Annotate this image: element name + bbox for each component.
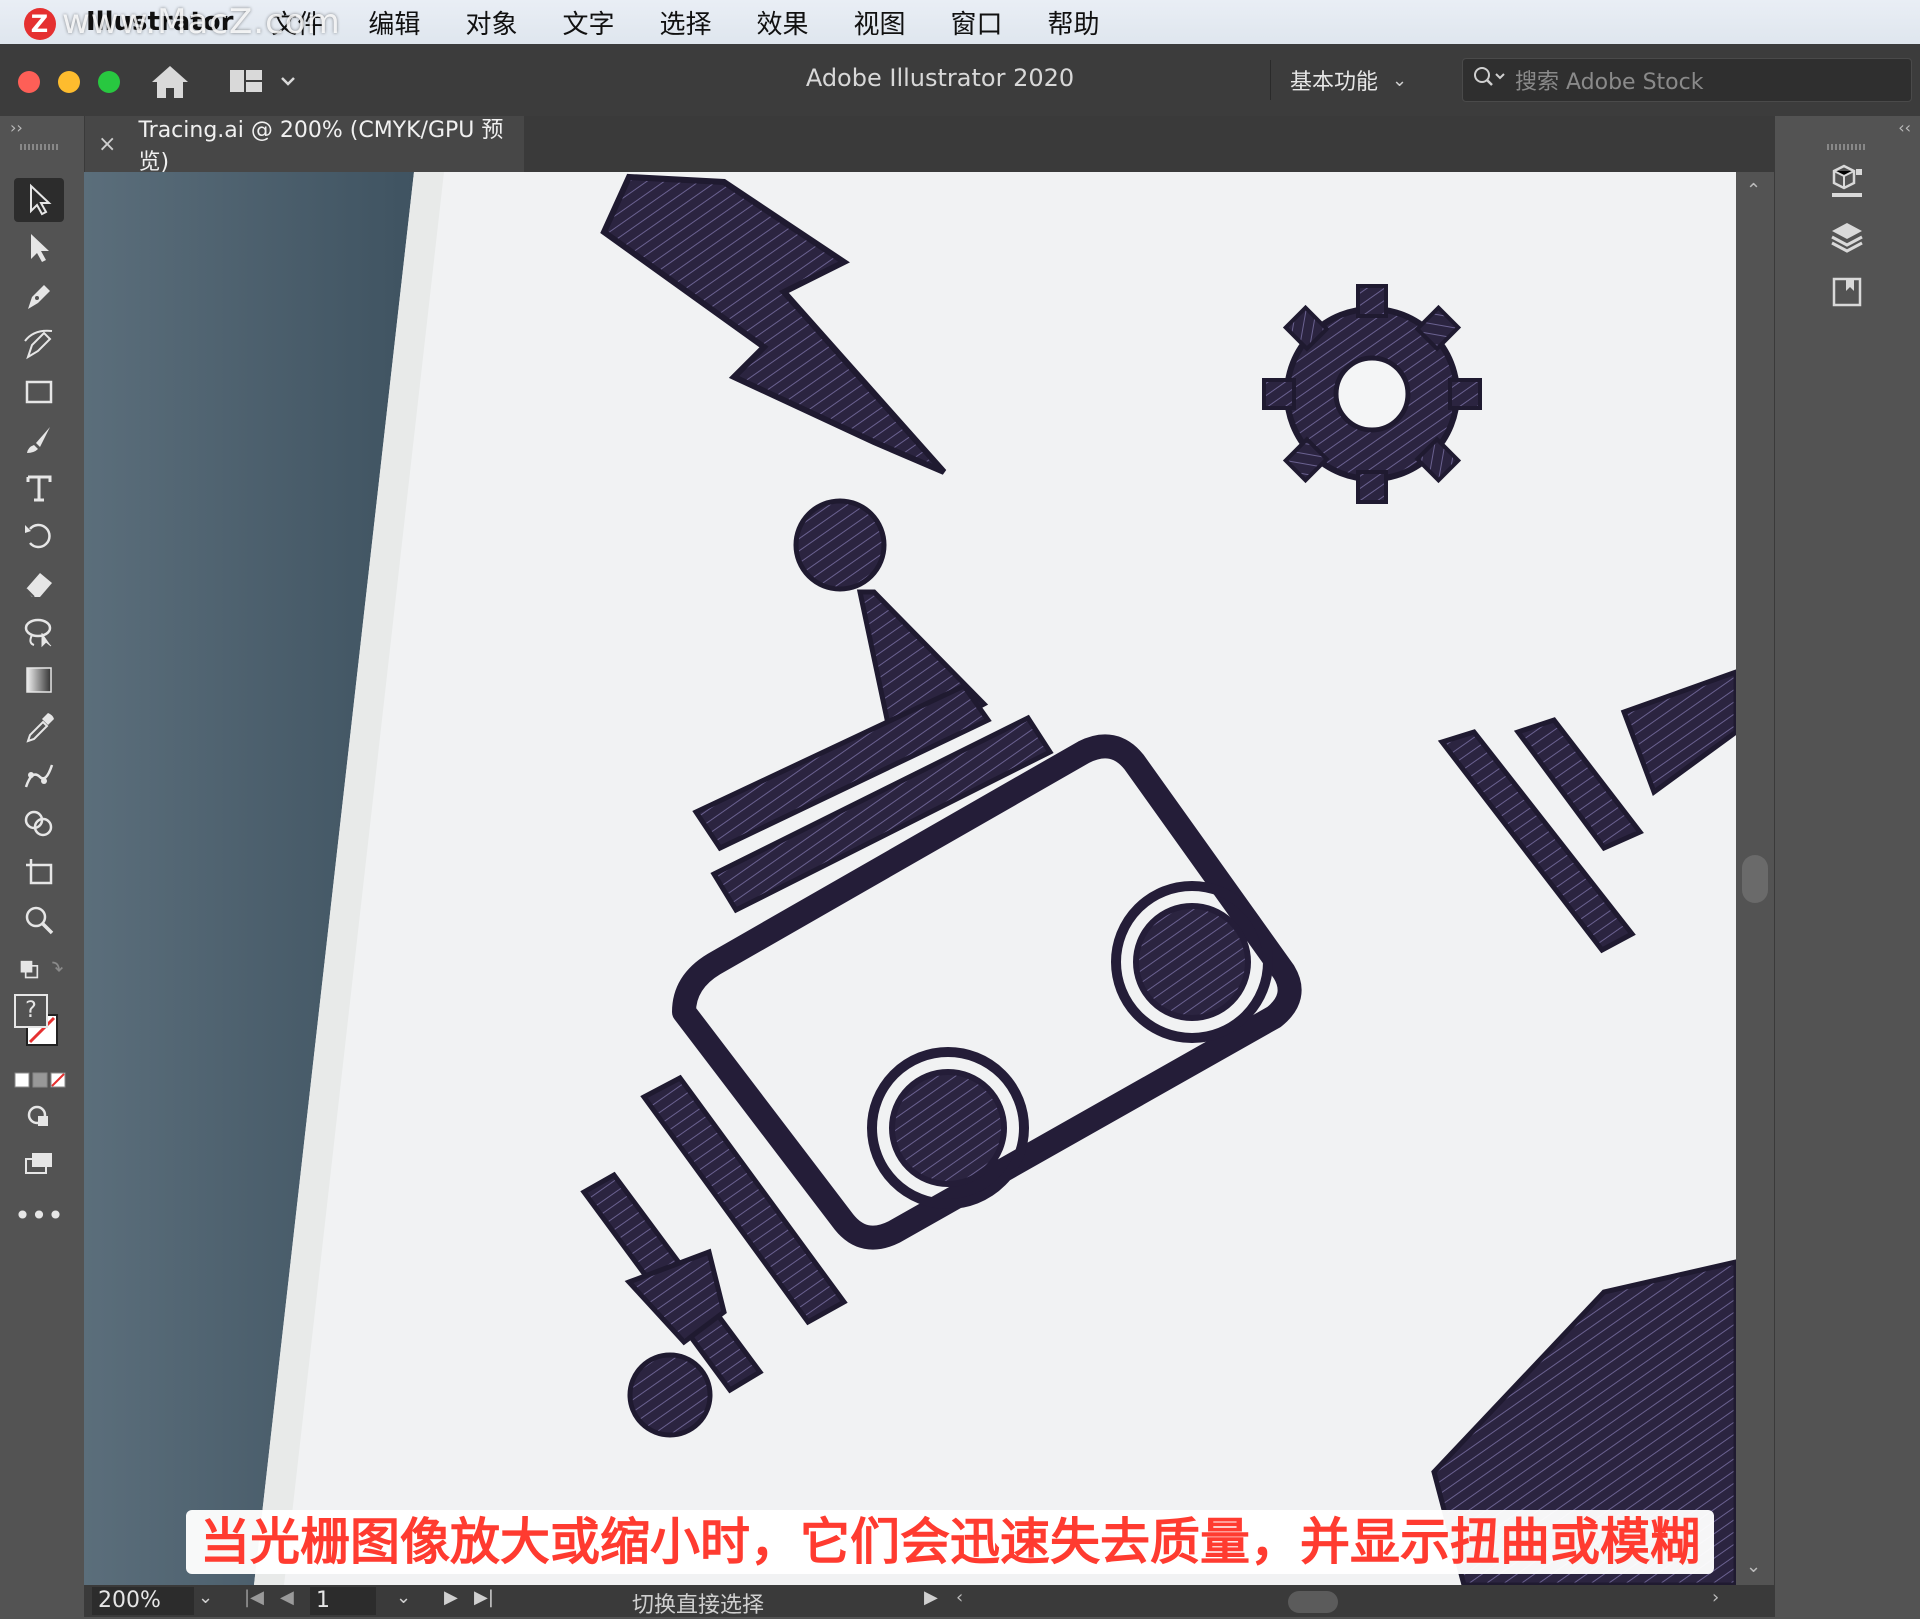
lasso-tool-icon[interactable] [14, 610, 64, 654]
menu-select[interactable]: 选择 [659, 4, 711, 41]
fill-stroke-swatches[interactable]: ? [14, 994, 74, 1064]
shape-builder-tool-icon[interactable] [14, 802, 64, 846]
watermark-badge: Z [24, 7, 56, 40]
adobe-stock-search-input[interactable]: 搜索 Adobe Stock [1462, 58, 1912, 102]
first-artboard-icon[interactable]: |◀ [244, 1587, 264, 1608]
type-tool-icon[interactable] [14, 466, 64, 510]
layers-icon[interactable] [1823, 214, 1871, 262]
window-zoom-button[interactable] [98, 71, 120, 93]
document-tab-bar: × Tracing.ai @ 200% (CMYK/GPU 预览) [84, 116, 1774, 175]
vertical-scroll-thumb[interactable] [1742, 855, 1768, 903]
artboard-dropdown-icon[interactable]: ⌄ [396, 1587, 411, 1608]
panel-grip[interactable] [1827, 144, 1865, 150]
artboard-number-field[interactable]: 1 [310, 1587, 376, 1615]
divider [1270, 60, 1271, 100]
scroll-down-icon[interactable]: ⌄ [1746, 1556, 1761, 1577]
gear-drawing [1262, 284, 1482, 504]
menu-help[interactable]: 帮助 [1048, 4, 1100, 41]
scroll-right-icon[interactable]: › [1712, 1587, 1719, 1608]
status-bar: 200% ⌄ |◀ ◀ 1 ⌄ ▶ ▶| 切换直接选择 ▶ ‹ › [84, 1585, 1774, 1618]
screen-mode-icon[interactable] [14, 1146, 64, 1182]
search-icon [1473, 66, 1507, 94]
puppet-warp-tool-icon[interactable] [14, 754, 64, 798]
artboard-tool-icon[interactable] [14, 850, 64, 894]
document-tab[interactable]: × Tracing.ai @ 200% (CMYK/GPU 预览) [84, 116, 524, 175]
direct-selection-tool-icon[interactable] [14, 226, 64, 270]
artboard-canvas[interactable] [84, 172, 1736, 1585]
previous-artboard-icon[interactable]: ◀ [280, 1587, 294, 1608]
zoom-tool-icon[interactable] [14, 898, 64, 942]
menu-window[interactable]: 窗口 [951, 4, 1003, 41]
rectangle-tool-icon[interactable] [14, 370, 64, 414]
curvature-tool-icon[interactable] [14, 322, 64, 366]
zoom-dropdown-icon[interactable]: ⌄ [198, 1587, 213, 1608]
workspace-switcher[interactable]: 基本功能 ⌄ [1290, 64, 1407, 96]
pen-tool-icon[interactable] [14, 274, 64, 318]
vertical-scrollbar[interactable]: ⌃ ⌄ [1736, 172, 1774, 1585]
next-artboard-icon[interactable]: ▶ [444, 1587, 458, 1608]
expand-panel-icon[interactable]: ›› [10, 118, 23, 137]
rotate-tool-icon[interactable] [14, 514, 64, 558]
tools-panel: ›› ? ••• [0, 116, 85, 1617]
swap-fill-stroke-icon[interactable] [14, 952, 64, 988]
eraser-tool-icon[interactable] [14, 562, 64, 606]
collapse-panel-icon[interactable]: ‹‹ [1898, 118, 1911, 137]
scroll-up-icon[interactable]: ⌃ [1746, 180, 1761, 201]
menu-type[interactable]: 文字 [562, 4, 614, 41]
window-close-button[interactable] [18, 71, 40, 93]
app-title-bar: Adobe Illustrator 2020 基本功能 ⌄ 搜索 Adobe S… [0, 44, 1920, 117]
scroll-left-icon[interactable]: ‹ [956, 1587, 963, 1608]
document-tab-label: Tracing.ai @ 200% (CMYK/GPU 预览) [138, 118, 504, 175]
panel-grip[interactable] [20, 144, 58, 150]
menu-view[interactable]: 视图 [854, 4, 906, 41]
libraries-icon[interactable] [1823, 158, 1871, 206]
color-mode-buttons[interactable] [14, 1070, 68, 1090]
home-icon[interactable] [148, 62, 192, 102]
more-tools-icon[interactable]: ••• [14, 1199, 64, 1232]
status-menu-icon[interactable]: ▶ [924, 1587, 938, 1608]
asset-export-icon[interactable] [1823, 268, 1871, 316]
draw-mode-icon[interactable] [14, 1100, 64, 1136]
horizontal-scroll-thumb[interactable] [1288, 1591, 1338, 1613]
video-subtitle: 当光栅图像放大或缩小时，它们会迅速失去质量，并显示扭曲或模糊 [186, 1510, 1714, 1574]
right-panel-dock: ‹‹ [1774, 116, 1920, 1617]
arrange-documents-icon[interactable] [228, 66, 298, 98]
gradient-tool-icon[interactable] [14, 658, 64, 702]
selection-tool-icon[interactable] [14, 178, 64, 222]
menu-object[interactable]: 对象 [465, 4, 517, 41]
watermark: Zwww.MacZ.com [24, 2, 341, 42]
menu-effect[interactable]: 效果 [756, 4, 808, 41]
menu-edit[interactable]: 编辑 [368, 4, 420, 41]
zoom-level-field[interactable]: 200% [92, 1587, 194, 1615]
eyedropper-tool-icon[interactable] [14, 706, 64, 750]
workspace-label: 基本功能 [1290, 70, 1379, 95]
chevron-down-icon: ⌄ [1392, 69, 1408, 91]
window-minimize-button[interactable] [58, 71, 80, 93]
raster-image [84, 172, 1736, 1585]
status-text: 切换直接选择 [632, 1593, 765, 1618]
close-tab-icon[interactable]: × [98, 132, 116, 157]
search-placeholder: 搜索 Adobe Stock [1515, 70, 1704, 95]
window-title: Adobe Illustrator 2020 [805, 64, 1075, 92]
fill-swatch[interactable]: ? [14, 994, 48, 1028]
paintbrush-tool-icon[interactable] [14, 418, 64, 462]
watermark-text: www.MacZ.com [62, 2, 341, 42]
last-artboard-icon[interactable]: ▶| [474, 1587, 494, 1608]
